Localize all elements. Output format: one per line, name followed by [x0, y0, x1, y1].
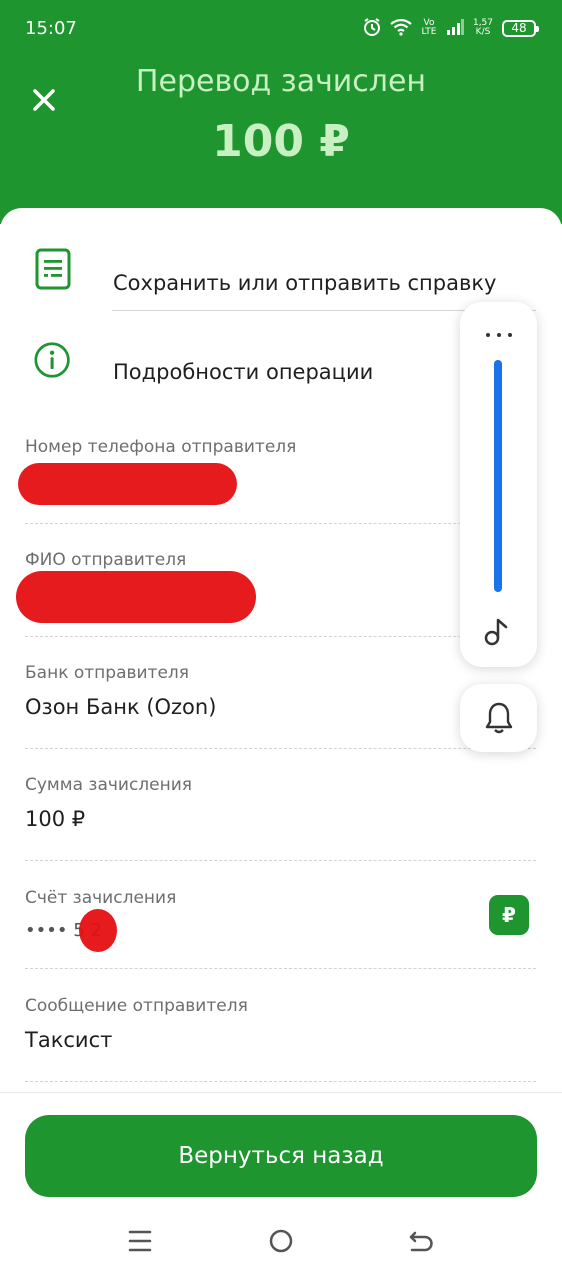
sender-message-value: Таксист — [25, 1028, 113, 1052]
battery-icon: 48 — [502, 19, 539, 37]
transfer-amount: 100 ₽ — [212, 116, 350, 167]
system-navigation-bar — [0, 1221, 562, 1261]
volte-label: Vo LTE — [421, 18, 437, 37]
credit-amount-field: Сумма зачисления 100 ₽ — [25, 775, 536, 835]
menu-icon[interactable] — [120, 1221, 160, 1261]
music-note-icon[interactable] — [482, 615, 514, 647]
credit-amount-value: 100 ₽ — [25, 807, 86, 831]
operation-details-label: Подробности операции — [113, 360, 374, 384]
ring-mode-button[interactable] — [460, 684, 537, 752]
battery-level: 48 — [511, 21, 527, 35]
alarm-icon — [362, 17, 382, 39]
volume-slider[interactable] — [494, 360, 502, 592]
network-speed: 1,57 K/S — [472, 19, 494, 37]
signal-icon — [446, 19, 464, 37]
redaction-mark — [18, 463, 237, 505]
bell-icon — [485, 702, 513, 734]
divider — [25, 968, 536, 969]
back-icon[interactable] — [401, 1221, 441, 1261]
wifi-icon — [390, 18, 412, 38]
divider — [25, 1081, 536, 1082]
document-icon — [35, 248, 71, 290]
status-time: 15:07 — [25, 18, 77, 39]
status-icons: Vo LTE 1,57 K/S 48 — [362, 16, 539, 40]
account-currency-badge[interactable]: ₽ — [489, 895, 529, 935]
bottom-area: Вернуться назад — [0, 1092, 562, 1280]
credit-amount-label: Сумма зачисления — [25, 775, 193, 795]
status-bar: 15:07 Vo LTE 1,57 K/S 48 — [0, 0, 562, 56]
more-options-icon[interactable] — [484, 330, 514, 340]
volume-level-fill — [494, 360, 502, 592]
credit-account-label: Счёт зачисления — [25, 888, 177, 908]
header: 15:07 Vo LTE 1,57 K/S 48 Перевод зачисле… — [0, 0, 562, 224]
redaction-mark — [16, 571, 256, 623]
save-or-send-receipt-label: Сохранить или отправить справку — [113, 271, 497, 295]
divider — [25, 860, 536, 861]
save-or-send-receipt-row[interactable]: Сохранить или отправить справку — [0, 224, 562, 314]
page-title: Перевод зачислен — [135, 64, 427, 99]
volume-panel — [460, 302, 537, 667]
go-back-button[interactable]: Вернуться назад — [25, 1115, 537, 1197]
info-icon — [34, 342, 70, 378]
divider — [25, 748, 536, 749]
ruble-icon: ₽ — [502, 903, 516, 927]
sender-message-label: Сообщение отправителя — [25, 996, 248, 1016]
network-speed-unit: K/S — [475, 27, 491, 37]
sender-message-field: Сообщение отправителя Таксист — [25, 996, 536, 1056]
home-icon[interactable] — [261, 1221, 301, 1261]
redaction-mark — [79, 909, 117, 952]
sender-bank-label: Банк отправителя — [25, 663, 190, 683]
